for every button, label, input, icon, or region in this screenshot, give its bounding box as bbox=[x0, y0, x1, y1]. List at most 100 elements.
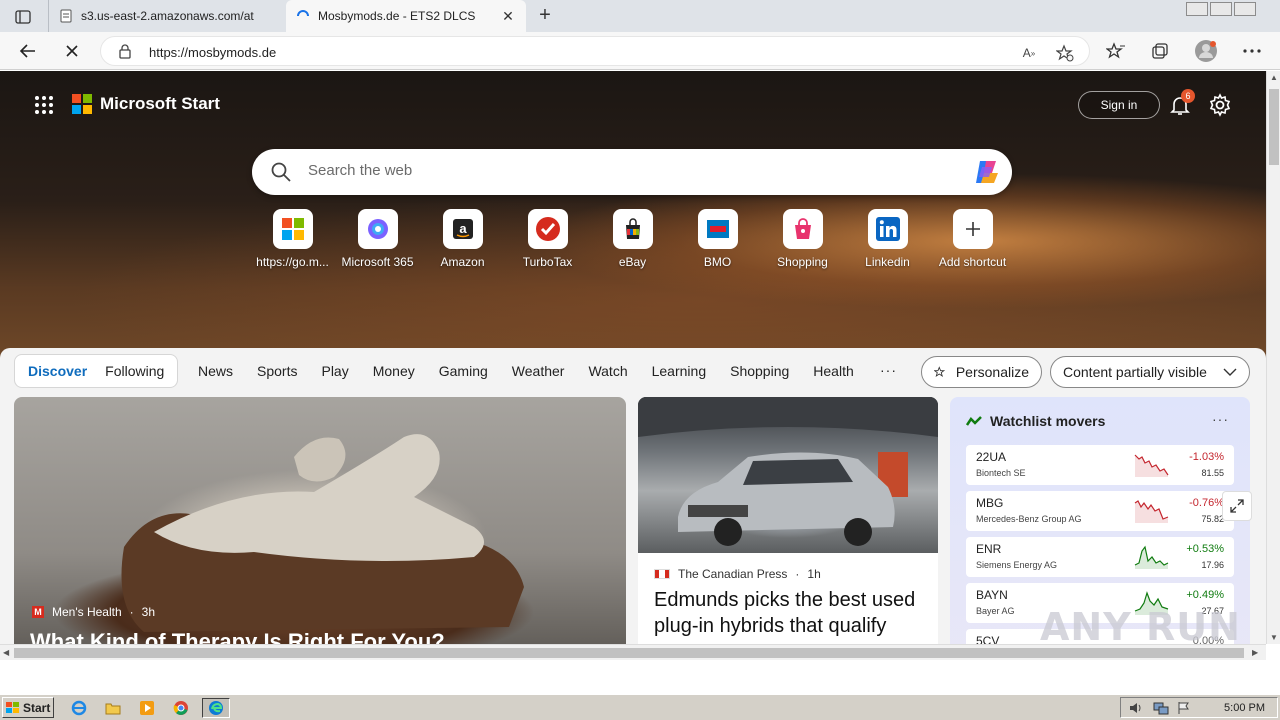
settings-gear-icon[interactable] bbox=[1208, 93, 1232, 117]
close-tab-icon[interactable]: ✕ bbox=[500, 8, 516, 24]
shortcut-turbotax[interactable]: TurboTax bbox=[505, 209, 590, 269]
scroll-left-arrow-icon[interactable]: ◀ bbox=[3, 648, 9, 657]
back-arrow-icon[interactable] bbox=[16, 39, 40, 63]
shortcut-bmo[interactable]: BMO bbox=[675, 209, 760, 269]
minimize-icon[interactable] bbox=[1186, 2, 1208, 16]
news-article-card[interactable]: The Canadian Press · 1h Edmunds picks th… bbox=[638, 397, 938, 644]
shortcut-linkedin[interactable]: Linkedin bbox=[845, 209, 930, 269]
article-headline[interactable]: Edmunds picks the best used plug-in hybr… bbox=[654, 587, 926, 639]
brand-name: Microsoft Start bbox=[100, 94, 220, 113]
stock-change: -1.03% bbox=[1189, 451, 1224, 463]
stock-name: Mercedes-Benz Group AG bbox=[976, 514, 1082, 524]
new-tab-button[interactable]: + bbox=[534, 4, 556, 26]
tab-play[interactable]: Play bbox=[309, 363, 360, 379]
notification-badge: 6 bbox=[1181, 89, 1195, 103]
tab-mosbymods[interactable]: Mosbymods.de - ETS2 DLCS ✕ bbox=[286, 0, 526, 32]
plus-icon bbox=[952, 209, 993, 249]
tab-following[interactable]: Following bbox=[96, 363, 173, 379]
stop-loading-icon[interactable] bbox=[60, 39, 84, 63]
volume-icon[interactable] bbox=[1129, 701, 1143, 715]
separator: · bbox=[795, 567, 800, 581]
tab-watch[interactable]: Watch bbox=[576, 363, 639, 379]
copilot-icon[interactable] bbox=[972, 157, 1002, 187]
more-categories-button[interactable]: ··· bbox=[880, 362, 897, 378]
tab-health[interactable]: Health bbox=[801, 363, 865, 379]
horizontal-scrollbar[interactable]: ◀ ▶ bbox=[0, 644, 1266, 660]
amazon-icon: a bbox=[442, 209, 483, 249]
content-visibility-dropdown[interactable]: Content partially visible bbox=[1050, 356, 1250, 388]
shopping-icon bbox=[782, 209, 823, 249]
lock-icon[interactable] bbox=[119, 44, 131, 62]
tab-actions-icon[interactable] bbox=[8, 6, 38, 28]
stock-price: 81.55 bbox=[1201, 468, 1224, 478]
tab-discover[interactable]: Discover bbox=[19, 363, 96, 379]
vertical-scrollbar[interactable]: ▲ ▼ bbox=[1266, 71, 1280, 644]
search-input[interactable] bbox=[308, 162, 908, 179]
scroll-down-arrow-icon[interactable]: ▼ bbox=[1270, 633, 1278, 642]
expand-icon[interactable] bbox=[1222, 491, 1252, 521]
stock-price: 17.96 bbox=[1201, 560, 1224, 570]
stock-row[interactable]: ENR Siemens Energy AG +0.53% 17.96 bbox=[966, 537, 1234, 577]
tab-money[interactable]: Money bbox=[361, 363, 427, 379]
watchlist-more-button[interactable]: ··· bbox=[1212, 411, 1229, 427]
shortcut-microsoft-365[interactable]: Microsoft 365 bbox=[335, 209, 420, 269]
separator: · bbox=[129, 605, 134, 619]
tab-news[interactable]: News bbox=[186, 363, 245, 379]
flag-notification-icon[interactable] bbox=[1177, 701, 1191, 715]
tab-amazonaws[interactable]: s3.us-east-2.amazonaws.com/at bbox=[48, 0, 284, 32]
article-source-name: Men's Health bbox=[52, 605, 122, 619]
stock-change: +0.53% bbox=[1186, 543, 1224, 555]
featured-article-card[interactable]: M Men's Health · 3h What Kind of Therapy… bbox=[14, 397, 626, 644]
media-player-icon[interactable] bbox=[136, 698, 158, 718]
url-field[interactable]: https://mosbymods.de A» bbox=[100, 36, 1090, 66]
collections-icon[interactable] bbox=[1148, 39, 1172, 63]
tab-gaming[interactable]: Gaming bbox=[427, 363, 500, 379]
turbotax-icon bbox=[527, 209, 568, 249]
read-aloud-icon[interactable]: A» bbox=[1019, 44, 1039, 62]
page-icon bbox=[59, 9, 73, 23]
app-launcher-icon[interactable] bbox=[34, 95, 54, 115]
sign-in-button[interactable]: Sign in bbox=[1078, 91, 1160, 119]
add-shortcut-button[interactable]: Add shortcut bbox=[930, 209, 1015, 269]
shortcut-shopping[interactable]: Shopping bbox=[760, 209, 845, 269]
internet-explorer-icon[interactable] bbox=[68, 698, 90, 718]
tab-weather[interactable]: Weather bbox=[500, 363, 577, 379]
more-options-icon[interactable] bbox=[1240, 39, 1264, 63]
stock-row[interactable]: 22UA Biontech SE -1.03% 81.55 bbox=[966, 445, 1234, 485]
chrome-icon[interactable] bbox=[170, 698, 192, 718]
stock-symbol: BAYN bbox=[976, 588, 1008, 602]
brand-logo[interactable]: Microsoft Start bbox=[72, 94, 220, 114]
tab-learning[interactable]: Learning bbox=[640, 363, 719, 379]
edge-icon[interactable] bbox=[202, 698, 230, 718]
profile-avatar[interactable] bbox=[1194, 39, 1218, 63]
sparkline bbox=[1134, 545, 1169, 569]
stock-price: 75.82 bbox=[1201, 514, 1224, 524]
top-sites: https://go.m... Microsoft 365 a Amazon T… bbox=[250, 209, 1015, 269]
stock-name: Biontech SE bbox=[976, 468, 1026, 478]
favorites-icon[interactable] bbox=[1104, 39, 1128, 63]
file-explorer-icon[interactable] bbox=[102, 698, 124, 718]
tab-sports[interactable]: Sports bbox=[245, 363, 309, 379]
search-icon[interactable] bbox=[270, 161, 292, 183]
shortcut-label: https://go.m... bbox=[256, 255, 329, 269]
network-icon[interactable] bbox=[1153, 701, 1169, 715]
scroll-up-arrow-icon[interactable]: ▲ bbox=[1270, 73, 1278, 82]
shortcut-go-microsoft[interactable]: https://go.m... bbox=[250, 209, 335, 269]
start-button[interactable]: Start bbox=[2, 697, 54, 718]
add-favorite-icon[interactable] bbox=[1055, 44, 1075, 62]
vertical-scroll-thumb[interactable] bbox=[1269, 89, 1279, 165]
sparkline bbox=[1134, 454, 1169, 477]
tab-shopping[interactable]: Shopping bbox=[718, 363, 801, 379]
stock-row[interactable]: MBG Mercedes-Benz Group AG -0.76% 75.82 bbox=[966, 491, 1234, 531]
stock-name: Siemens Energy AG bbox=[976, 560, 1058, 570]
personalize-button[interactable]: Personalize bbox=[921, 356, 1042, 388]
horizontal-scroll-thumb[interactable] bbox=[14, 648, 1244, 658]
close-window-icon[interactable] bbox=[1234, 2, 1256, 16]
restore-icon[interactable] bbox=[1210, 2, 1232, 16]
scroll-right-arrow-icon[interactable]: ▶ bbox=[1252, 648, 1258, 657]
shortcut-ebay[interactable]: eBay bbox=[590, 209, 675, 269]
linkedin-icon bbox=[867, 209, 908, 249]
chevron-down-icon bbox=[1223, 368, 1237, 376]
article-headline[interactable]: What Kind of Therapy Is Right For You? bbox=[30, 629, 445, 644]
shortcut-amazon[interactable]: a Amazon bbox=[420, 209, 505, 269]
